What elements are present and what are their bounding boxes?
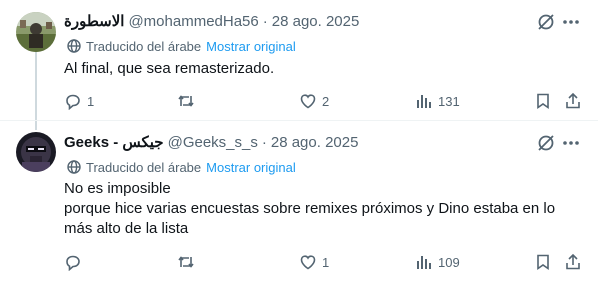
tweet-text: Al final, que sea remasterizado.: [64, 59, 584, 79]
tweet-text-line: porque hice varias encuestas sobre remix…: [64, 200, 556, 217]
tweet-2[interactable]: Geeks - جيكس @Geeks_s_s · 28 ago. 2025 T…: [0, 121, 598, 294]
reply-icon: [66, 255, 80, 271]
bookmark-icon: [537, 254, 549, 271]
tweet-date[interactable]: 28 ago. 2025: [272, 13, 360, 30]
grok-icon[interactable]: [535, 11, 557, 33]
share-button[interactable]: [564, 251, 582, 273]
share-button[interactable]: [564, 90, 582, 112]
more-horizontal-icon[interactable]: [560, 132, 582, 154]
separator: ·: [262, 12, 268, 30]
avatar[interactable]: [16, 132, 56, 172]
tweet-header: الاسطورة @mohammedHa56 · 28 ago. 2025: [64, 10, 359, 32]
like-count: 2: [322, 93, 330, 109]
views-button[interactable]: 131: [415, 90, 460, 112]
tweet-actions: 1 2 131: [64, 90, 584, 112]
avatar[interactable]: [16, 12, 56, 52]
display-name[interactable]: الاسطورة: [64, 12, 124, 30]
reply-count: 1: [87, 93, 95, 109]
tweet-header: Geeks - جيكس @Geeks_s_s · 28 ago. 2025: [64, 131, 358, 153]
retweet-button[interactable]: [177, 90, 195, 112]
tweet-text: No es imposible porque hice varias encue…: [64, 179, 584, 239]
tweet-date[interactable]: 28 ago. 2025: [271, 134, 359, 151]
bookmark-icon: [537, 93, 549, 110]
retweet-icon: [178, 256, 194, 268]
tweet-1[interactable]: الاسطورة @mohammedHa56 · 28 ago. 2025 Tr…: [0, 0, 598, 120]
views-chart-icon: [417, 256, 431, 269]
tweet-text-line: No es imposible: [64, 180, 171, 197]
like-count: 1: [322, 254, 330, 270]
translation-notice: Traducido del árabe Mostrar original: [66, 158, 296, 176]
tweet-actions: 1 109: [64, 251, 584, 273]
like-button[interactable]: 2: [299, 90, 329, 112]
translate-globe-icon: [66, 159, 82, 175]
more-horizontal-icon[interactable]: [560, 11, 582, 33]
show-original-link[interactable]: Mostrar original: [206, 39, 296, 54]
tweet-text-line: Al final, que sea remasterizado.: [64, 60, 275, 77]
like-button[interactable]: 1: [299, 251, 329, 273]
retweet-button[interactable]: [177, 251, 195, 273]
reply-button[interactable]: [64, 251, 87, 273]
views-count: 131: [438, 93, 460, 109]
bookmark-button[interactable]: [534, 90, 552, 112]
grok-icon[interactable]: [535, 132, 557, 154]
reply-button[interactable]: 1: [64, 90, 94, 112]
retweet-icon: [178, 95, 194, 107]
handle[interactable]: @Geeks_s_s: [168, 134, 258, 151]
separator: ·: [261, 133, 267, 151]
handle[interactable]: @mohammedHa56: [128, 13, 258, 30]
views-count: 109: [438, 254, 460, 270]
translation-notice: Traducido del árabe Mostrar original: [66, 37, 296, 55]
heart-icon: [300, 255, 316, 270]
reply-icon: [66, 94, 80, 110]
share-icon: [566, 253, 580, 270]
show-original-link[interactable]: Mostrar original: [206, 160, 296, 175]
heart-icon: [300, 94, 316, 109]
share-icon: [566, 92, 580, 109]
translated-from-label: Traducido del árabe: [86, 159, 202, 175]
translated-from-label: Traducido del árabe: [86, 38, 202, 54]
translate-globe-icon: [66, 38, 82, 54]
views-button[interactable]: 109: [415, 251, 460, 273]
bookmark-button[interactable]: [534, 251, 552, 273]
display-name[interactable]: Geeks - جيكس: [64, 133, 164, 151]
views-chart-icon: [417, 95, 431, 108]
tweet-text-line: más alto de la lista: [64, 220, 189, 237]
